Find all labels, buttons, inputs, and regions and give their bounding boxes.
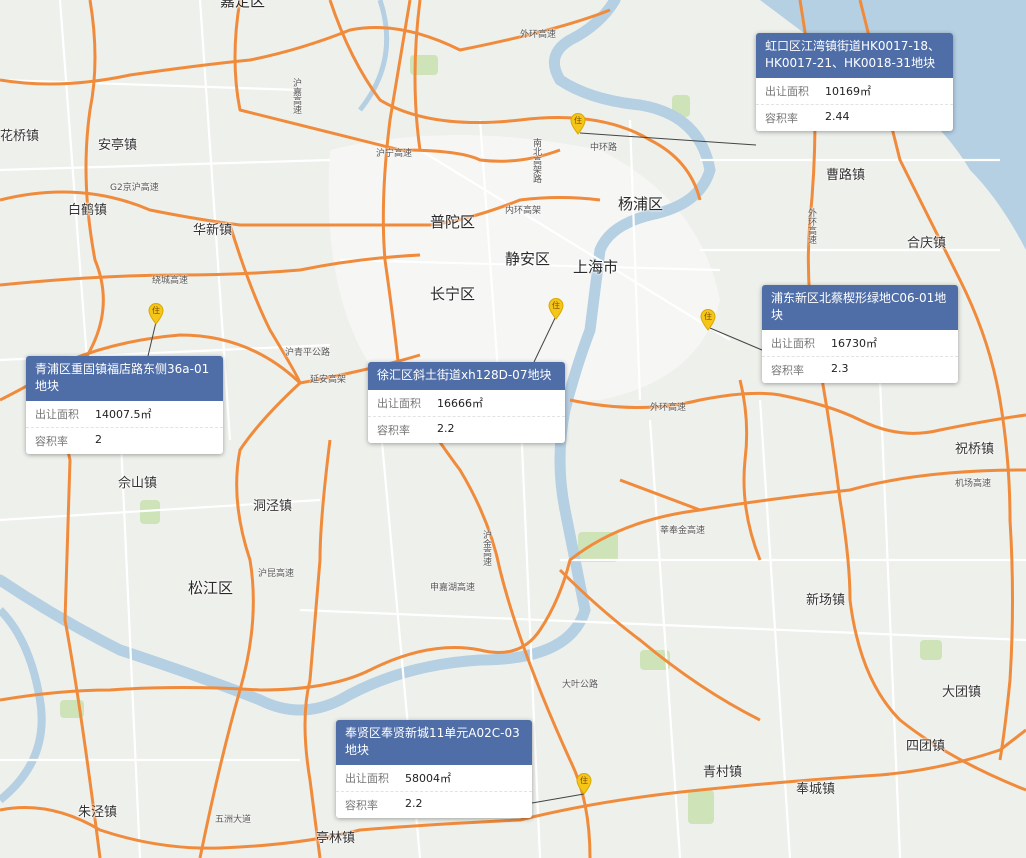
pin-pudong[interactable]: 住 — [700, 309, 716, 331]
road-label-lianjiao: 莘奉金高速 — [660, 526, 706, 536]
card-title: 虹口区江湾镇街道HK0017-18、HK0017-21、HK0018-31地块 — [756, 33, 953, 78]
far-value: 2.44 — [825, 110, 850, 123]
card-far-row: 容积率 2.44 — [756, 105, 953, 131]
place-dongjing: 洞泾镇 — [253, 499, 293, 514]
place-tinglin: 亭林镇 — [316, 831, 356, 846]
far-value: 2 — [95, 433, 102, 446]
far-value: 2.2 — [405, 797, 423, 810]
road-label-g1501: 绕城高速 — [152, 276, 189, 286]
road-label-inner-ring: 内环高架 — [505, 206, 542, 216]
svg-text:住: 住 — [152, 305, 160, 315]
far-label: 容积率 — [377, 424, 410, 437]
road-label-huajin: 沪金高速 — [481, 530, 491, 566]
road-label-yanan: 延安高架 — [310, 375, 347, 385]
area-label: 出让面积 — [35, 408, 79, 421]
area-label: 出让面积 — [771, 337, 815, 350]
card-area-row: 出让面积 10169㎡ — [756, 78, 953, 105]
place-zhujing: 朱泾镇 — [78, 805, 118, 820]
svg-text:住: 住 — [552, 300, 560, 310]
place-jingan: 静安区 — [505, 250, 551, 268]
card-title: 浦东新区北蔡楔形绿地C06-01地块 — [762, 285, 958, 330]
far-value: 2.3 — [831, 362, 849, 375]
road-label-north-south: 南北高架路 — [531, 138, 541, 183]
area-value: 16666㎡ — [437, 397, 483, 410]
far-value: 2.2 — [437, 422, 455, 435]
card-far-row: 容积率 2.3 — [762, 357, 958, 383]
place-sheshan: 佘山镇 — [118, 476, 158, 491]
place-changning: 长宁区 — [430, 285, 476, 303]
land-card-qingpu[interactable]: 青浦区重固镇福店路东侧36a-01地块 出让面积 14007.5㎡ 容积率 2 — [26, 356, 223, 454]
road-label-hukun: 沪昆高速 — [258, 569, 295, 579]
place-xinchang: 新场镇 — [806, 593, 846, 608]
card-far-row: 容积率 2.2 — [336, 792, 532, 818]
road-label-outer-pudong: 外环高速 — [806, 208, 816, 244]
card-area-row: 出让面积 16666㎡ — [368, 390, 565, 417]
pin-xuhui[interactable]: 住 — [548, 298, 564, 320]
road-label-dazhi: 大叶公路 — [562, 680, 599, 690]
svg-text:住: 住 — [574, 115, 582, 125]
land-card-fengxian[interactable]: 奉贤区奉贤新城11单元A02C-03地块 出让面积 58004㎡ 容积率 2.2 — [336, 720, 532, 818]
place-qingcun: 青村镇 — [703, 765, 743, 780]
place-baihe: 白鹤镇 — [68, 203, 108, 218]
road-label-huqing: 沪青平公路 — [285, 348, 331, 358]
area-value: 58004㎡ — [405, 772, 451, 785]
place-huaxin: 华新镇 — [193, 223, 233, 238]
card-far-row: 容积率 2.2 — [368, 417, 565, 443]
card-area-row: 出让面积 14007.5㎡ — [26, 401, 223, 428]
road-label-huning: 沪宁高速 — [376, 149, 413, 159]
pin-fengxian[interactable]: 住 — [576, 773, 592, 795]
land-card-pudong[interactable]: 浦东新区北蔡楔形绿地C06-01地块 出让面积 16730㎡ 容积率 2.3 — [762, 285, 958, 383]
land-card-xuhui[interactable]: 徐汇区斜土街道xh128D-07地块 出让面积 16666㎡ 容积率 2.2 — [368, 362, 565, 443]
place-caolu: 曹路镇 — [826, 168, 866, 183]
card-title: 徐汇区斜土街道xh128D-07地块 — [368, 362, 565, 390]
land-card-hongkou[interactable]: 虹口区江湾镇街道HK0017-18、HK0017-21、HK0018-31地块 … — [756, 33, 953, 131]
road-label-g2: G2京沪高速 — [110, 183, 159, 193]
area-label: 出让面积 — [377, 397, 421, 410]
road-label-shenjiahu: 申嘉湖高速 — [430, 583, 476, 593]
place-huaqiao: 花桥镇 — [0, 129, 40, 144]
area-label: 出让面积 — [765, 85, 809, 98]
river-west — [0, 607, 46, 804]
area-value: 16730㎡ — [831, 337, 877, 350]
road-label-airport: 机场高速 — [955, 479, 992, 489]
road-label-zhongshan: 中环路 — [590, 143, 618, 153]
place-situan: 四团镇 — [906, 739, 946, 754]
card-title: 奉贤区奉贤新城11单元A02C-03地块 — [336, 720, 532, 765]
road-label-wuxi: 五洲大道 — [215, 815, 252, 825]
place-fengcheng: 奉城镇 — [796, 782, 836, 797]
area-label: 出让面积 — [345, 772, 389, 785]
area-value: 10169㎡ — [825, 85, 871, 98]
place-datuan: 大团镇 — [942, 685, 982, 700]
place-heqing: 合庆镇 — [907, 236, 947, 251]
place-yangpu: 杨浦区 — [618, 195, 664, 213]
place-shanghai: 上海市 — [573, 258, 619, 276]
far-label: 容积率 — [345, 799, 378, 812]
svg-text:住: 住 — [580, 775, 588, 785]
far-label: 容积率 — [765, 112, 798, 125]
area-value: 14007.5㎡ — [95, 408, 152, 421]
card-far-row: 容积率 2 — [26, 428, 223, 454]
card-title: 青浦区重固镇福店路东侧36a-01地块 — [26, 356, 223, 401]
far-label: 容积率 — [771, 364, 804, 377]
place-anting: 安亭镇 — [98, 138, 138, 153]
svg-text:住: 住 — [704, 311, 712, 321]
road-label-outer-ring: 外环高速 — [520, 30, 557, 40]
place-songjiang: 松江区 — [188, 579, 234, 597]
far-label: 容积率 — [35, 435, 68, 448]
road-label-hujia: 沪嘉高速 — [291, 78, 301, 114]
pin-qingpu[interactable]: 住 — [148, 303, 164, 325]
place-putuo: 普陀区 — [430, 213, 476, 231]
pin-hongkou[interactable]: 住 — [570, 113, 586, 135]
road-label-pudong-outer: 外环高速 — [650, 403, 687, 413]
place-zhuqiao: 祝桥镇 — [955, 442, 995, 457]
card-area-row: 出让面积 16730㎡ — [762, 330, 958, 357]
place-jiading: 嘉定区 — [220, 0, 266, 10]
card-area-row: 出让面积 58004㎡ — [336, 765, 532, 792]
map-view[interactable]: 嘉定区 普陀区 静安区 杨浦区 上海市 长宁区 松江区 花桥镇 安亭镇 白鹤镇 … — [0, 0, 1026, 858]
